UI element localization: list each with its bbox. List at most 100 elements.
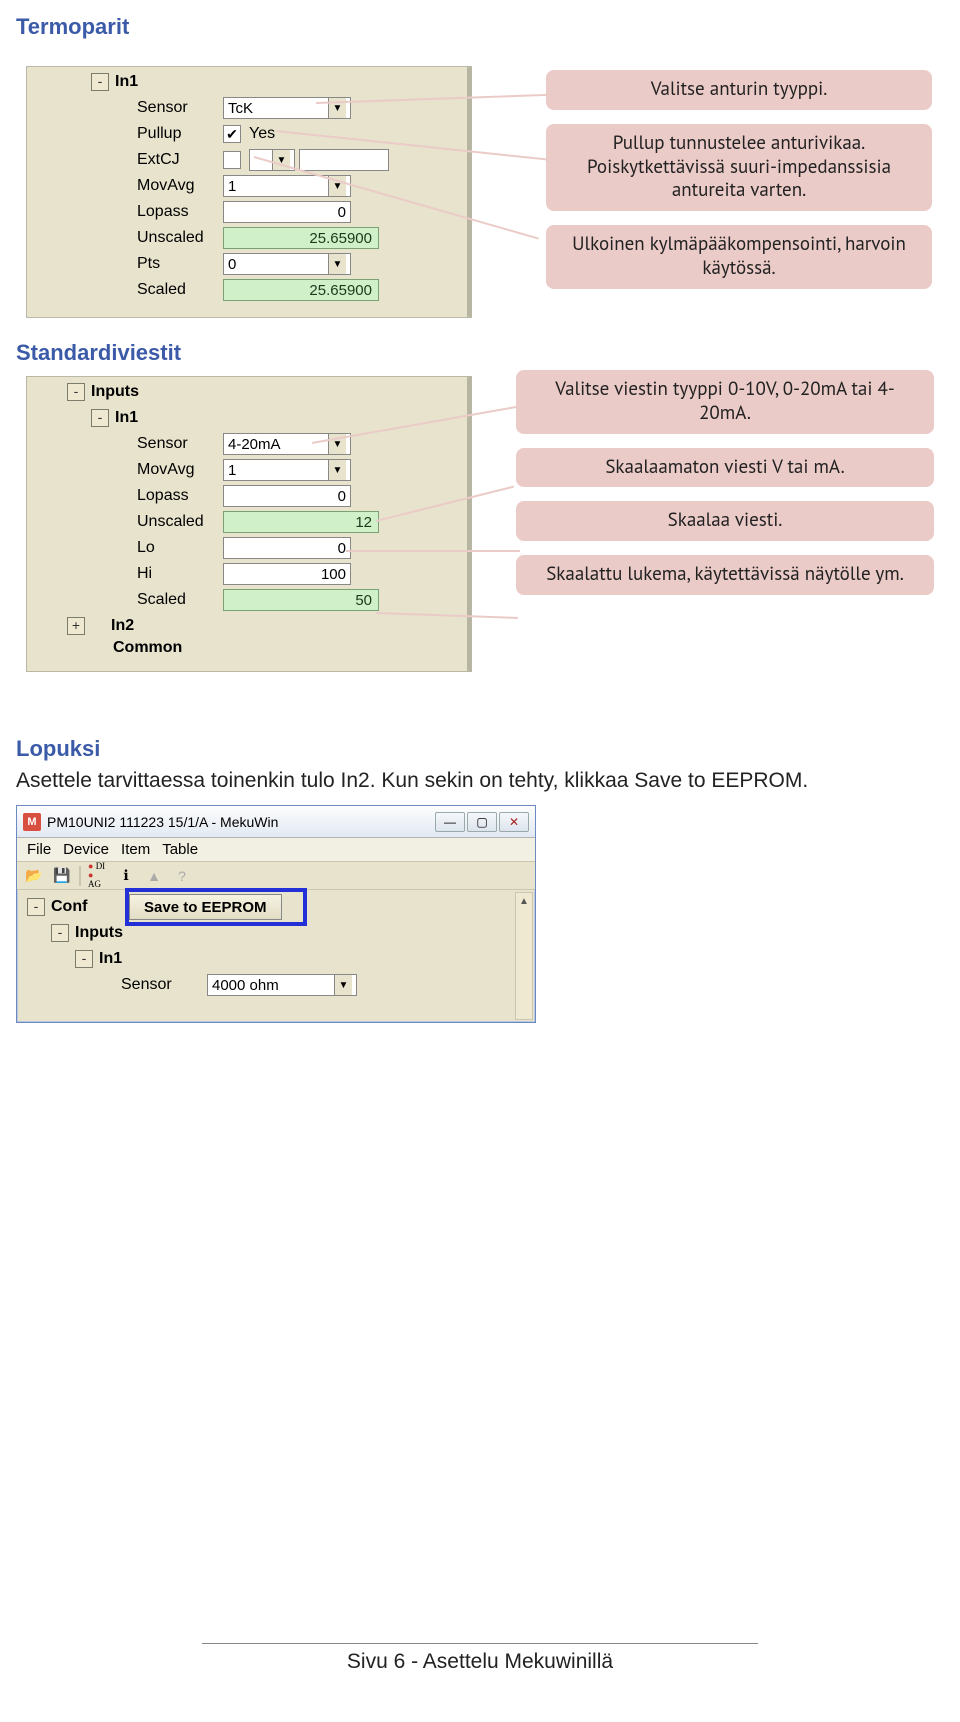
menubar: File Device Item Table (17, 838, 535, 862)
movavg-select[interactable]: 1 ▼ (223, 459, 351, 481)
unscaled-value: 12 (355, 514, 372, 531)
callout-scaled-out: Skaalattu lukema, käytettävissä näytölle… (516, 555, 934, 595)
expand-button[interactable]: + (67, 617, 85, 635)
tree-node-in1[interactable]: In1 (113, 73, 201, 91)
movavg-value: 1 (228, 178, 236, 195)
heading-termoparit: Termoparit (16, 14, 944, 40)
sensor-select-value: TcK (228, 100, 253, 117)
open-icon[interactable]: 📂 (23, 865, 45, 887)
label-hi: Hi (135, 565, 223, 583)
window-title: PM10UNI2 111223 15/1/A - MekuWin (47, 814, 278, 830)
label-scaled: Scaled (135, 591, 223, 609)
collapse-button[interactable]: - (67, 383, 85, 401)
titlebar[interactable]: M PM10UNI2 111223 15/1/A - MekuWin — ▢ ✕ (17, 806, 535, 838)
section-termoparit: - In1 Sensor TcK ▼ Pullup (16, 44, 944, 334)
save-to-eeprom-button[interactable]: Save to EEPROM (129, 894, 282, 920)
movavg-value: 1 (228, 462, 236, 479)
app-icon: M (23, 813, 41, 831)
lo-input[interactable]: 0 (223, 537, 351, 559)
tree-node-conf[interactable]: Conf (49, 898, 109, 916)
minimize-button[interactable]: — (435, 812, 465, 832)
menu-file[interactable]: File (23, 841, 55, 858)
collapse-button[interactable]: - (51, 924, 69, 942)
callout-extcj: Ulkoinen kylmäpääkompensointi, harvoin k… (546, 225, 932, 289)
callout-pullup: Pullup tunnustelee anturivikaa. Poiskytk… (546, 124, 932, 211)
menu-table[interactable]: Table (158, 841, 202, 858)
collapse-button[interactable]: - (91, 73, 109, 91)
extcj-checkbox[interactable] (223, 151, 241, 169)
chevron-down-icon: ▼ (334, 975, 352, 995)
callout-sensor-type: Valitse viestin tyyppi 0-10V, 0-20mA tai… (516, 370, 934, 434)
scaled-value: 50 (355, 592, 372, 609)
pts-select[interactable]: 0 ▼ (223, 253, 351, 275)
menu-item[interactable]: Item (117, 841, 154, 858)
label-lopass: Lopass (135, 487, 223, 505)
diag-ag: AG (88, 871, 108, 889)
save-icon[interactable]: 💾 (51, 865, 73, 887)
pts-value: 0 (228, 256, 236, 273)
info-icon[interactable]: ℹ (115, 865, 137, 887)
sensor-select[interactable]: 4-20mA ▼ (223, 433, 351, 455)
lo-value: 0 (338, 540, 346, 557)
pullup-checkbox[interactable]: ✔ (223, 125, 241, 143)
footer-title: Asettelu Mekuwinillä (423, 1650, 613, 1673)
collapse-button[interactable]: - (91, 409, 109, 427)
tree-node-inputs[interactable]: Inputs (89, 383, 177, 401)
connector-line (346, 550, 520, 552)
tree-node-in1[interactable]: In1 (97, 950, 185, 968)
mekuwin-window: M PM10UNI2 111223 15/1/A - MekuWin — ▢ ✕… (16, 805, 536, 1023)
chevron-down-icon: ▼ (328, 460, 346, 480)
tree-node-in1[interactable]: In1 (113, 409, 201, 427)
label-pullup: Pullup (135, 125, 223, 143)
unscaled-readout: 12 (223, 511, 379, 533)
label-sensor: Sensor (119, 976, 207, 994)
menu-device[interactable]: Device (59, 841, 113, 858)
section-standardiviestit: - Inputs - In1 Sensor 4-20mA ▼ (16, 370, 944, 730)
tree-node-in2[interactable]: In2 (89, 617, 177, 635)
separator (79, 866, 81, 886)
heading-lopuksi: Lopuksi (16, 736, 944, 762)
close-button[interactable]: ✕ (499, 812, 529, 832)
callouts-termoparit: Valitse anturin tyyppi. Pullup tunnustel… (546, 70, 932, 289)
lopass-input[interactable]: 0 (223, 201, 351, 223)
unscaled-readout: 25.65900 (223, 227, 379, 249)
label-sensor: Sensor (135, 435, 223, 453)
lopuksi-body: Asettele tarvittaessa toinenkin tulo In2… (16, 766, 944, 795)
sensor-select[interactable]: 4000 ohm ▼ (207, 974, 357, 996)
label-unscaled: Unscaled (135, 229, 223, 247)
diag-icon[interactable]: DI AG (87, 865, 109, 887)
label-scaled: Scaled (135, 281, 223, 299)
collapse-button[interactable]: - (75, 950, 93, 968)
sensor-select-value: 4-20mA (228, 436, 281, 453)
hi-value: 100 (321, 566, 346, 583)
footer-page: Sivu 6 - (347, 1650, 423, 1673)
callouts-standardiviestit: Valitse viestin tyyppi 0-10V, 0-20mA tai… (516, 370, 934, 595)
hi-input[interactable]: 100 (223, 563, 351, 585)
pullup-value-text: Yes (249, 125, 275, 143)
tree-node-common[interactable]: Common (111, 639, 199, 657)
sensor-select[interactable]: TcK ▼ (223, 97, 351, 119)
tree-node-inputs[interactable]: Inputs (73, 924, 161, 942)
scaled-readout: 50 (223, 589, 379, 611)
callout-scale: Skaalaa viesti. (516, 501, 934, 541)
collapse-button[interactable]: - (27, 898, 45, 916)
sensor-select-value: 4000 ohm (212, 977, 279, 994)
up-icon[interactable]: ▲ (143, 865, 165, 887)
label-lopass: Lopass (135, 203, 223, 221)
page-footer: Sivu 6 - Asettelu Mekuwinillä (16, 1643, 944, 1682)
panel-termoparit-tree: - In1 Sensor TcK ▼ Pullup (26, 66, 472, 318)
label-movavg: MovAvg (135, 177, 223, 195)
footer-divider (202, 1643, 759, 1644)
lopass-input[interactable]: 0 (223, 485, 351, 507)
callout-unscaled: Skaalaamaton viesti V tai mA. (516, 448, 934, 488)
maximize-button[interactable]: ▢ (467, 812, 497, 832)
label-pts: Pts (135, 255, 223, 273)
help-icon[interactable]: ? (171, 865, 193, 887)
heading-standardiviestit: Standardiviestit (16, 340, 944, 366)
extcj-number[interactable] (299, 149, 389, 171)
lopass-value: 0 (338, 488, 346, 505)
panel-standardiviestit-tree: - Inputs - In1 Sensor 4-20mA ▼ (26, 376, 472, 672)
window-body: ▲ - Conf Save to EEPROM - Inputs - In1 (17, 890, 535, 1022)
unscaled-value: 25.65900 (309, 230, 372, 247)
lopass-value: 0 (338, 204, 346, 221)
